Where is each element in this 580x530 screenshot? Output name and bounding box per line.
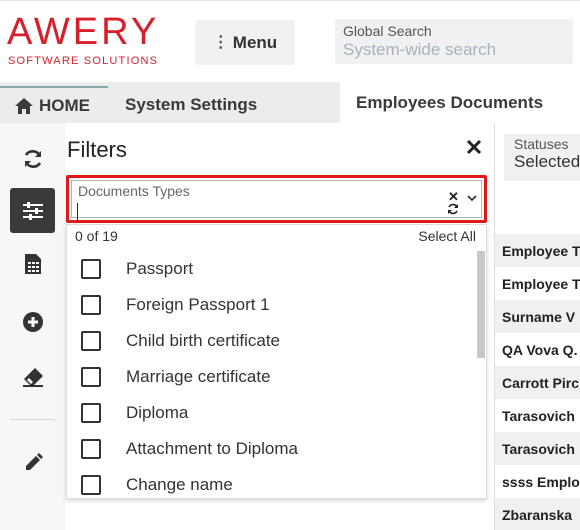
table-row[interactable]: Employee T bbox=[495, 234, 580, 267]
action-rail bbox=[0, 123, 66, 530]
table-row[interactable]: Carrott Pirc bbox=[495, 366, 580, 399]
list-item-label: Attachment to Diploma bbox=[126, 439, 298, 458]
select-all-link[interactable]: Select All bbox=[418, 228, 476, 244]
documents-types-field[interactable]: Documents Types ✕ bbox=[66, 175, 487, 223]
list-item-label: Diploma bbox=[126, 403, 189, 422]
app-header: AWERY SOFTWARE SOLUTIONS ⋮ Menu Global S… bbox=[0, 0, 580, 82]
table-row[interactable]: Surname V bbox=[495, 300, 580, 333]
list-item-label: Passport bbox=[126, 259, 194, 278]
checkbox[interactable] bbox=[81, 295, 101, 315]
checkbox[interactable] bbox=[81, 475, 101, 495]
app-root: AWERY SOFTWARE SOLUTIONS ⋮ Menu Global S… bbox=[0, 0, 580, 530]
close-icon[interactable] bbox=[464, 137, 484, 157]
dropdown-scrollbar-thumb[interactable] bbox=[477, 251, 485, 358]
statuses-value: Selected bbox=[514, 152, 580, 171]
global-search-input[interactable] bbox=[343, 40, 565, 60]
list-item-label: Change name bbox=[126, 475, 233, 494]
filters-icon bbox=[22, 201, 43, 220]
edit-icon bbox=[25, 452, 43, 470]
rail-divider bbox=[10, 419, 55, 420]
chevron-down-icon[interactable] bbox=[466, 193, 478, 203]
documents-types-dropdown: 0 of 19 Select All Passport Foreign Pass… bbox=[66, 224, 487, 499]
tab-home[interactable]: HOME bbox=[0, 86, 108, 123]
vertical-dots-icon: ⋮ bbox=[212, 33, 229, 51]
table-row[interactable]: Zbaranska bbox=[495, 498, 580, 530]
tab-system-settings[interactable]: System Settings bbox=[111, 86, 339, 123]
eraser-button[interactable] bbox=[10, 354, 55, 399]
tab-system-settings-label: System Settings bbox=[125, 94, 258, 114]
add-button[interactable] bbox=[10, 299, 55, 344]
list-item-label: Marriage certificate bbox=[126, 367, 271, 386]
export-spreadsheet-button[interactable] bbox=[10, 241, 55, 286]
table-row[interactable]: ssss Emplo bbox=[495, 465, 580, 498]
filters-button[interactable] bbox=[10, 188, 55, 233]
table-row[interactable]: QA Vova Q. bbox=[495, 333, 580, 366]
global-search-label: Global Search bbox=[343, 23, 432, 39]
logo-tagline: SOFTWARE SOLUTIONS bbox=[8, 55, 159, 67]
tab-home-label: HOME bbox=[39, 95, 90, 115]
list-item[interactable]: Marriage certificate bbox=[67, 359, 475, 395]
checkbox[interactable] bbox=[81, 403, 101, 423]
selection-count: 0 of 19 bbox=[75, 228, 118, 244]
menu-button[interactable]: ⋮ Menu bbox=[195, 20, 295, 65]
documents-table-area: Statuses Selected Employee T Employee T … bbox=[494, 123, 580, 530]
checkbox[interactable] bbox=[81, 259, 101, 279]
list-item-label: Child birth certificate bbox=[126, 331, 281, 350]
table-row[interactable]: Tarasovich bbox=[495, 432, 580, 465]
list-item[interactable]: Passport bbox=[67, 251, 475, 287]
menu-label: Menu bbox=[232, 32, 278, 52]
awery-logo[interactable]: AWERY SOFTWARE SOLUTIONS bbox=[7, 11, 167, 67]
tab-employees-documents[interactable]: Employees Documents bbox=[340, 82, 580, 123]
eraser-icon bbox=[22, 367, 43, 387]
list-item[interactable]: Attachment to Diploma bbox=[67, 431, 475, 467]
text-caret bbox=[77, 203, 78, 221]
list-item[interactable]: Foreign Passport 1 bbox=[67, 287, 475, 323]
edit-button[interactable] bbox=[10, 440, 55, 485]
table-row[interactable]: Employee T bbox=[495, 267, 580, 300]
filters-title: Filters bbox=[67, 137, 127, 162]
add-icon bbox=[22, 311, 43, 332]
checkbox[interactable] bbox=[81, 331, 101, 351]
reload-icon[interactable] bbox=[447, 203, 459, 215]
documents-types-inner: Documents Types ✕ bbox=[71, 180, 482, 221]
statuses-label: Statuses bbox=[514, 136, 569, 152]
global-search[interactable]: Global Search bbox=[335, 19, 573, 64]
documents-table: Employee T Employee T Surname V QA Vova … bbox=[495, 234, 580, 530]
home-icon bbox=[15, 97, 33, 114]
spreadsheet-icon bbox=[24, 253, 41, 274]
list-item[interactable]: Child birth certificate bbox=[67, 323, 475, 359]
statuses-filter[interactable]: Statuses Selected bbox=[504, 134, 580, 181]
documents-types-list: Passport Foreign Passport 1 Child birth … bbox=[67, 251, 475, 498]
refresh-icon bbox=[24, 149, 41, 168]
tab-bar: HOME System Settings Employees Documents bbox=[0, 82, 580, 123]
logo-wordmark: AWERY bbox=[7, 11, 160, 53]
tab-employees-documents-label: Employees Documents bbox=[356, 92, 544, 112]
table-row[interactable]: Tarasovich bbox=[495, 399, 580, 432]
documents-types-label: Documents Types bbox=[78, 183, 190, 199]
refresh-button[interactable] bbox=[10, 136, 55, 181]
list-item-label: Foreign Passport 1 bbox=[126, 295, 270, 314]
filters-panel: Filters Documents Types ✕ 0 of 19 Select… bbox=[66, 123, 494, 530]
checkbox[interactable] bbox=[81, 439, 101, 459]
list-item[interactable]: Diploma bbox=[67, 395, 475, 431]
list-item[interactable]: Change name bbox=[67, 467, 475, 498]
checkbox[interactable] bbox=[81, 367, 101, 387]
